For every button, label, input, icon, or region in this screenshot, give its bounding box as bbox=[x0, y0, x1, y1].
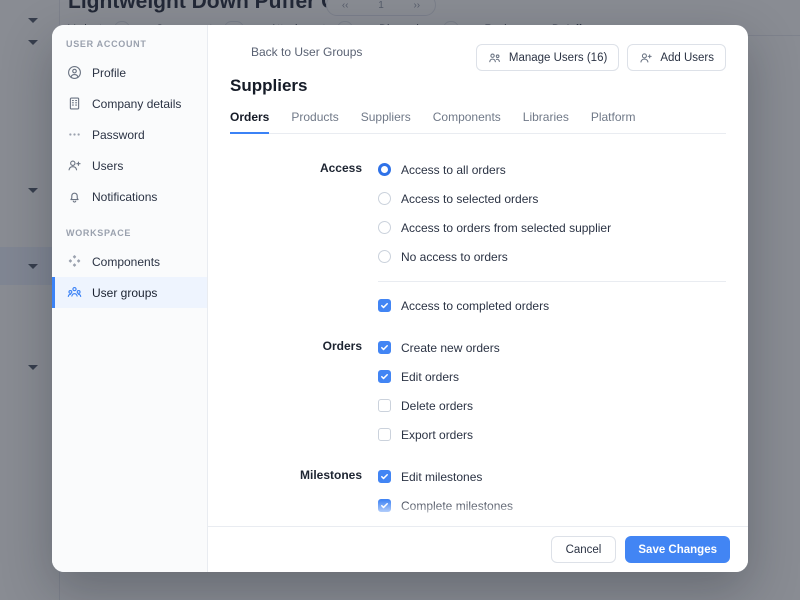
settings-sidebar: USER ACCOUNT Profile Company details Passw… bbox=[52, 25, 208, 572]
radio-option[interactable]: Access to orders from selected supplier bbox=[378, 218, 726, 238]
checkbox-option[interactable]: Complete milestones bbox=[378, 496, 726, 516]
sidebar-item-components[interactable]: Components bbox=[52, 246, 207, 277]
tab-orders[interactable]: Orders bbox=[230, 110, 269, 133]
sidebar-item-password[interactable]: Password bbox=[52, 119, 207, 150]
checkbox-option[interactable]: Create new orders bbox=[378, 338, 726, 358]
permission-tabs: Orders Products Suppliers Components Librari… bbox=[230, 110, 726, 134]
permissions-scroll-area[interactable]: Access Access to all orders Access to sele… bbox=[208, 134, 748, 527]
permissions-pane: Back to User Groups Manage Users (16) bbox=[208, 25, 748, 572]
back-link-label: Back to User Groups bbox=[251, 45, 362, 59]
sidebar-item-profile[interactable]: Profile bbox=[52, 57, 207, 88]
manage-users-button[interactable]: Manage Users (16) bbox=[476, 44, 619, 71]
option-label: Delete orders bbox=[401, 399, 473, 413]
tab-platform[interactable]: Platform bbox=[591, 110, 636, 133]
group-divider bbox=[378, 281, 726, 282]
checkbox-icon[interactable] bbox=[378, 499, 391, 512]
permission-group-options: Create new orders Edit orders Delete order… bbox=[378, 338, 726, 445]
checkbox-icon[interactable] bbox=[378, 428, 391, 441]
permission-group: Orders Create new orders Edit orders Delete… bbox=[230, 338, 726, 445]
sidebar-item-company-details[interactable]: Company details bbox=[52, 88, 207, 119]
permission-group-label: Access bbox=[230, 160, 378, 316]
tab-components[interactable]: Components bbox=[433, 110, 501, 133]
radio-icon[interactable] bbox=[378, 163, 391, 176]
sidebar-item-label: Company details bbox=[92, 97, 181, 111]
radio-option[interactable]: Access to selected orders bbox=[378, 189, 726, 209]
permission-group-label: Milestones bbox=[230, 467, 378, 527]
pane-header: Back to User Groups Manage Users (16) bbox=[208, 25, 748, 134]
radio-icon[interactable] bbox=[378, 192, 391, 205]
option-label: Access to completed orders bbox=[401, 299, 549, 313]
user-group-permissions-modal: USER ACCOUNT Profile Company details Passw… bbox=[52, 25, 748, 572]
cancel-button[interactable]: Cancel bbox=[551, 536, 617, 563]
checkbox-icon[interactable] bbox=[378, 341, 391, 354]
modal-footer: Cancel Save Changes bbox=[208, 526, 748, 572]
radio-option[interactable]: Access to all orders bbox=[378, 160, 726, 180]
back-to-user-groups-link[interactable]: Back to User Groups bbox=[230, 45, 362, 59]
option-label: Edit milestones bbox=[401, 470, 482, 484]
sidebar-item-label: Users bbox=[92, 159, 123, 173]
diamonds-icon bbox=[66, 254, 82, 270]
option-label: Complete milestones bbox=[401, 499, 513, 513]
permission-groups: Access Access to all orders Access to sele… bbox=[208, 134, 748, 527]
radio-option[interactable]: No access to orders bbox=[378, 247, 726, 267]
option-label: Access to orders from selected supplier bbox=[401, 221, 611, 235]
checkbox-option[interactable]: Comment on milestones bbox=[378, 525, 726, 527]
save-changes-button[interactable]: Save Changes bbox=[625, 536, 730, 563]
add-users-button[interactable]: Add Users bbox=[627, 44, 726, 71]
checkbox-icon[interactable] bbox=[378, 370, 391, 383]
permission-group-options: Edit milestones Complete milestones Commen… bbox=[378, 467, 726, 527]
dots-icon bbox=[66, 127, 82, 143]
sidebar-item-label: Notifications bbox=[92, 190, 157, 204]
permission-group: Milestones Edit milestones Complete milest… bbox=[230, 467, 726, 527]
checkbox-icon[interactable] bbox=[378, 470, 391, 483]
manage-users-label: Manage Users (16) bbox=[509, 52, 607, 64]
permission-group: Access Access to all orders Access to sele… bbox=[230, 160, 726, 316]
sidebar-item-label: User groups bbox=[92, 286, 157, 300]
bell-icon bbox=[66, 189, 82, 205]
user-plus-icon bbox=[66, 158, 82, 174]
checkbox-option[interactable]: Delete orders bbox=[378, 396, 726, 416]
arrow-left-icon bbox=[230, 46, 243, 59]
permission-group-label: Orders bbox=[230, 338, 378, 445]
option-label: Export orders bbox=[401, 428, 473, 442]
radio-icon[interactable] bbox=[378, 221, 391, 234]
sidebar-item-label: Components bbox=[92, 255, 160, 269]
option-label: No access to orders bbox=[401, 250, 508, 264]
tab-suppliers[interactable]: Suppliers bbox=[361, 110, 411, 133]
tab-products[interactable]: Products bbox=[291, 110, 338, 133]
checkbox-option[interactable]: Edit orders bbox=[378, 367, 726, 387]
checkbox-icon[interactable] bbox=[378, 399, 391, 412]
user-group-icon bbox=[66, 285, 82, 301]
header-actions: Manage Users (16) Add Users bbox=[476, 44, 726, 71]
radio-icon[interactable] bbox=[378, 250, 391, 263]
checkbox-icon[interactable] bbox=[378, 299, 391, 312]
option-label: Access to all orders bbox=[401, 163, 506, 177]
user-group-icon bbox=[488, 51, 502, 65]
sidebar-item-user-groups[interactable]: User groups bbox=[52, 277, 207, 308]
option-label: Edit orders bbox=[401, 370, 459, 384]
sidebar-item-label: Profile bbox=[92, 66, 126, 80]
add-users-label: Add Users bbox=[660, 52, 714, 64]
page-title: Suppliers bbox=[230, 76, 726, 96]
user-plus-icon bbox=[639, 51, 653, 65]
building-icon bbox=[66, 96, 82, 112]
option-label: Access to selected orders bbox=[401, 192, 538, 206]
permission-group-options: Access to all orders Access to selected o… bbox=[378, 160, 726, 316]
sidebar-item-notifications[interactable]: Notifications bbox=[52, 181, 207, 212]
sidebar-item-users[interactable]: Users bbox=[52, 150, 207, 181]
sidebar-section-user-account: USER ACCOUNT bbox=[52, 39, 207, 49]
checkbox-option[interactable]: Access to completed orders bbox=[378, 296, 726, 316]
sidebar-item-label: Password bbox=[92, 128, 145, 142]
option-label: Create new orders bbox=[401, 341, 500, 355]
user-circle-icon bbox=[66, 65, 82, 81]
checkbox-option[interactable]: Export orders bbox=[378, 425, 726, 445]
checkbox-option[interactable]: Edit milestones bbox=[378, 467, 726, 487]
tab-libraries[interactable]: Libraries bbox=[523, 110, 569, 133]
sidebar-section-workspace: WORKSPACE bbox=[52, 228, 207, 238]
